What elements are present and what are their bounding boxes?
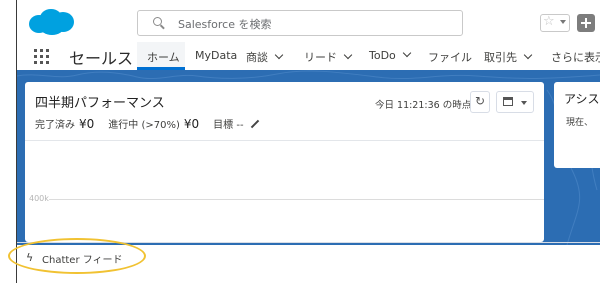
tab-label: さらに表示 [551,51,600,64]
as-of-timestamp: 今日 11:21:36 の時点 [375,100,472,111]
chart-gridline [49,199,544,200]
goal-value: -- [236,120,244,131]
chevron-down-icon[interactable] [274,50,284,60]
in-progress-value: ¥0 [183,117,200,131]
calendar-menu-button[interactable] [496,91,534,113]
tab-label: 商談 [246,51,268,64]
performance-stats: 完了済み ¥0 進行中 (>70%) ¥0 目標 -- [35,116,260,131]
goal-label: 目標 [213,120,234,131]
completed-value: ¥0 [79,117,95,131]
tab-label: ファイル [428,51,472,64]
chatter-feed-link[interactable]: Chatter フィード [42,251,123,266]
app-name: セールス [69,49,134,68]
chevron-down-icon[interactable] [343,50,353,60]
tab-label: MyData [195,49,238,62]
tab-files[interactable]: ファイル [428,49,472,65]
completed-label: 完了済み [35,120,75,131]
tab-opportunities[interactable]: 商談 [246,49,284,65]
chevron-down-icon [560,20,566,24]
chevron-down-icon [521,101,527,105]
search-icon [153,17,162,26]
assistant-card: アシス 現在、 [554,82,600,168]
global-search-input[interactable]: Salesforce を検索 [137,10,463,36]
edit-pencil-icon[interactable] [250,119,259,129]
chart-axis-label: 400k [29,194,49,203]
star-icon: ☆ [543,14,555,29]
chevron-down-icon[interactable] [523,50,533,60]
calendar-icon [503,97,513,106]
lightning-icon: ϟ [26,251,34,264]
search-placeholder: Salesforce を検索 [178,18,272,31]
in-progress-label: 進行中 (>70%) [108,120,180,131]
tab-mydata[interactable]: MyData [195,49,237,62]
tab-more[interactable]: さらに表示 [551,49,600,65]
card-divider [25,140,544,141]
tab-label: 取引先 [484,51,517,64]
app-navigation: セールス ホーム MyData 商談 リード ToDo ファイル 取引先 さらに… [17,40,600,70]
assistant-subtitle: 現在、 [566,118,594,128]
tab-leads[interactable]: リード [304,49,353,65]
tab-todo[interactable]: ToDo [369,48,412,62]
tab-label: ホーム [147,51,180,64]
app-launcher-icon[interactable] [34,49,50,65]
chevron-down-icon[interactable] [402,48,412,58]
tab-label: リード [304,51,337,64]
tab-accounts[interactable]: 取引先 [484,49,533,65]
quarterly-performance-card: 四半期パフォーマンス 完了済み ¥0 進行中 (>70%) ¥0 目標 -- 今日 11… [25,82,544,242]
salesforce-cloud-icon[interactable] [27,8,77,36]
refresh-button[interactable] [470,91,490,113]
global-header: Salesforce を検索 ☆ [17,0,600,40]
assistant-title: アシス [564,92,600,106]
tab-home[interactable]: ホーム [147,49,180,65]
card-title: 四半期パフォーマンス [35,96,165,111]
favorites-button[interactable]: ☆ [540,14,570,32]
tab-label: ToDo [369,49,396,62]
global-actions-button[interactable] [577,14,595,32]
